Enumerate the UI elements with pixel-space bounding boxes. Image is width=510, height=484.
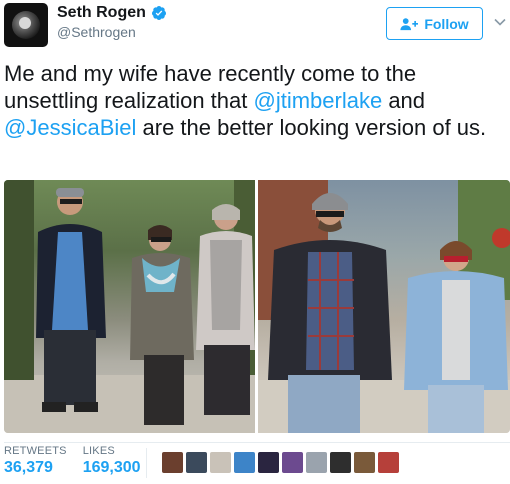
liker-avatar[interactable] [306, 452, 327, 473]
likes-label: LIKES [82, 445, 115, 457]
avatar[interactable] [4, 3, 48, 47]
avatar-highlight [19, 17, 31, 29]
liker-avatar[interactable] [234, 452, 255, 473]
add-user-icon [400, 17, 419, 30]
tweet-text-part-2: and [382, 88, 426, 113]
photo-left-illustration [4, 180, 255, 433]
follow-button-label: Follow [424, 15, 469, 32]
liker-avatar[interactable] [282, 452, 303, 473]
follow-button[interactable]: Follow [386, 7, 483, 40]
mention-jtimberlake[interactable]: @jtimberlake [254, 88, 383, 113]
photo-right[interactable] [258, 180, 510, 433]
photo-left[interactable] [4, 180, 255, 433]
liker-avatar[interactable] [330, 452, 351, 473]
retweets-stat[interactable]: RETWEETS 36,379 [4, 445, 67, 481]
likes-count: 169,300 [82, 459, 141, 476]
chevron-down-icon[interactable] [494, 18, 506, 26]
verified-badge-icon [151, 6, 166, 20]
tweet-stats: RETWEETS 36,379 LIKES 169,300 [4, 445, 157, 481]
liker-avatar[interactable] [354, 452, 375, 473]
tweet-text: Me and my wife have recently come to the… [4, 60, 504, 141]
display-name[interactable]: Seth Rogen [57, 4, 167, 22]
mention-jessicabiel[interactable]: @JessicaBiel [4, 115, 136, 140]
stats-separator [146, 448, 147, 478]
stats-divider [4, 442, 510, 443]
retweets-count: 36,379 [4, 459, 53, 476]
display-name-text: Seth Rogen [57, 4, 146, 21]
liker-avatar[interactable] [210, 452, 231, 473]
liker-avatar[interactable] [378, 452, 399, 473]
liker-avatar[interactable] [258, 452, 279, 473]
tweet-header: Seth Rogen @Sethrogen Follow [0, 0, 510, 50]
photo-right-illustration [258, 180, 510, 433]
liker-avatars [162, 452, 399, 473]
likes-stat[interactable]: LIKES 169,300 [83, 445, 141, 481]
screen-name[interactable]: @Sethrogen [57, 24, 136, 40]
media-container [4, 180, 510, 433]
liker-avatar[interactable] [186, 452, 207, 473]
tweet-text-part-3: are the better looking version of us. [136, 115, 487, 140]
liker-avatar[interactable] [162, 452, 183, 473]
retweets-label: RETWEETS [4, 445, 67, 457]
